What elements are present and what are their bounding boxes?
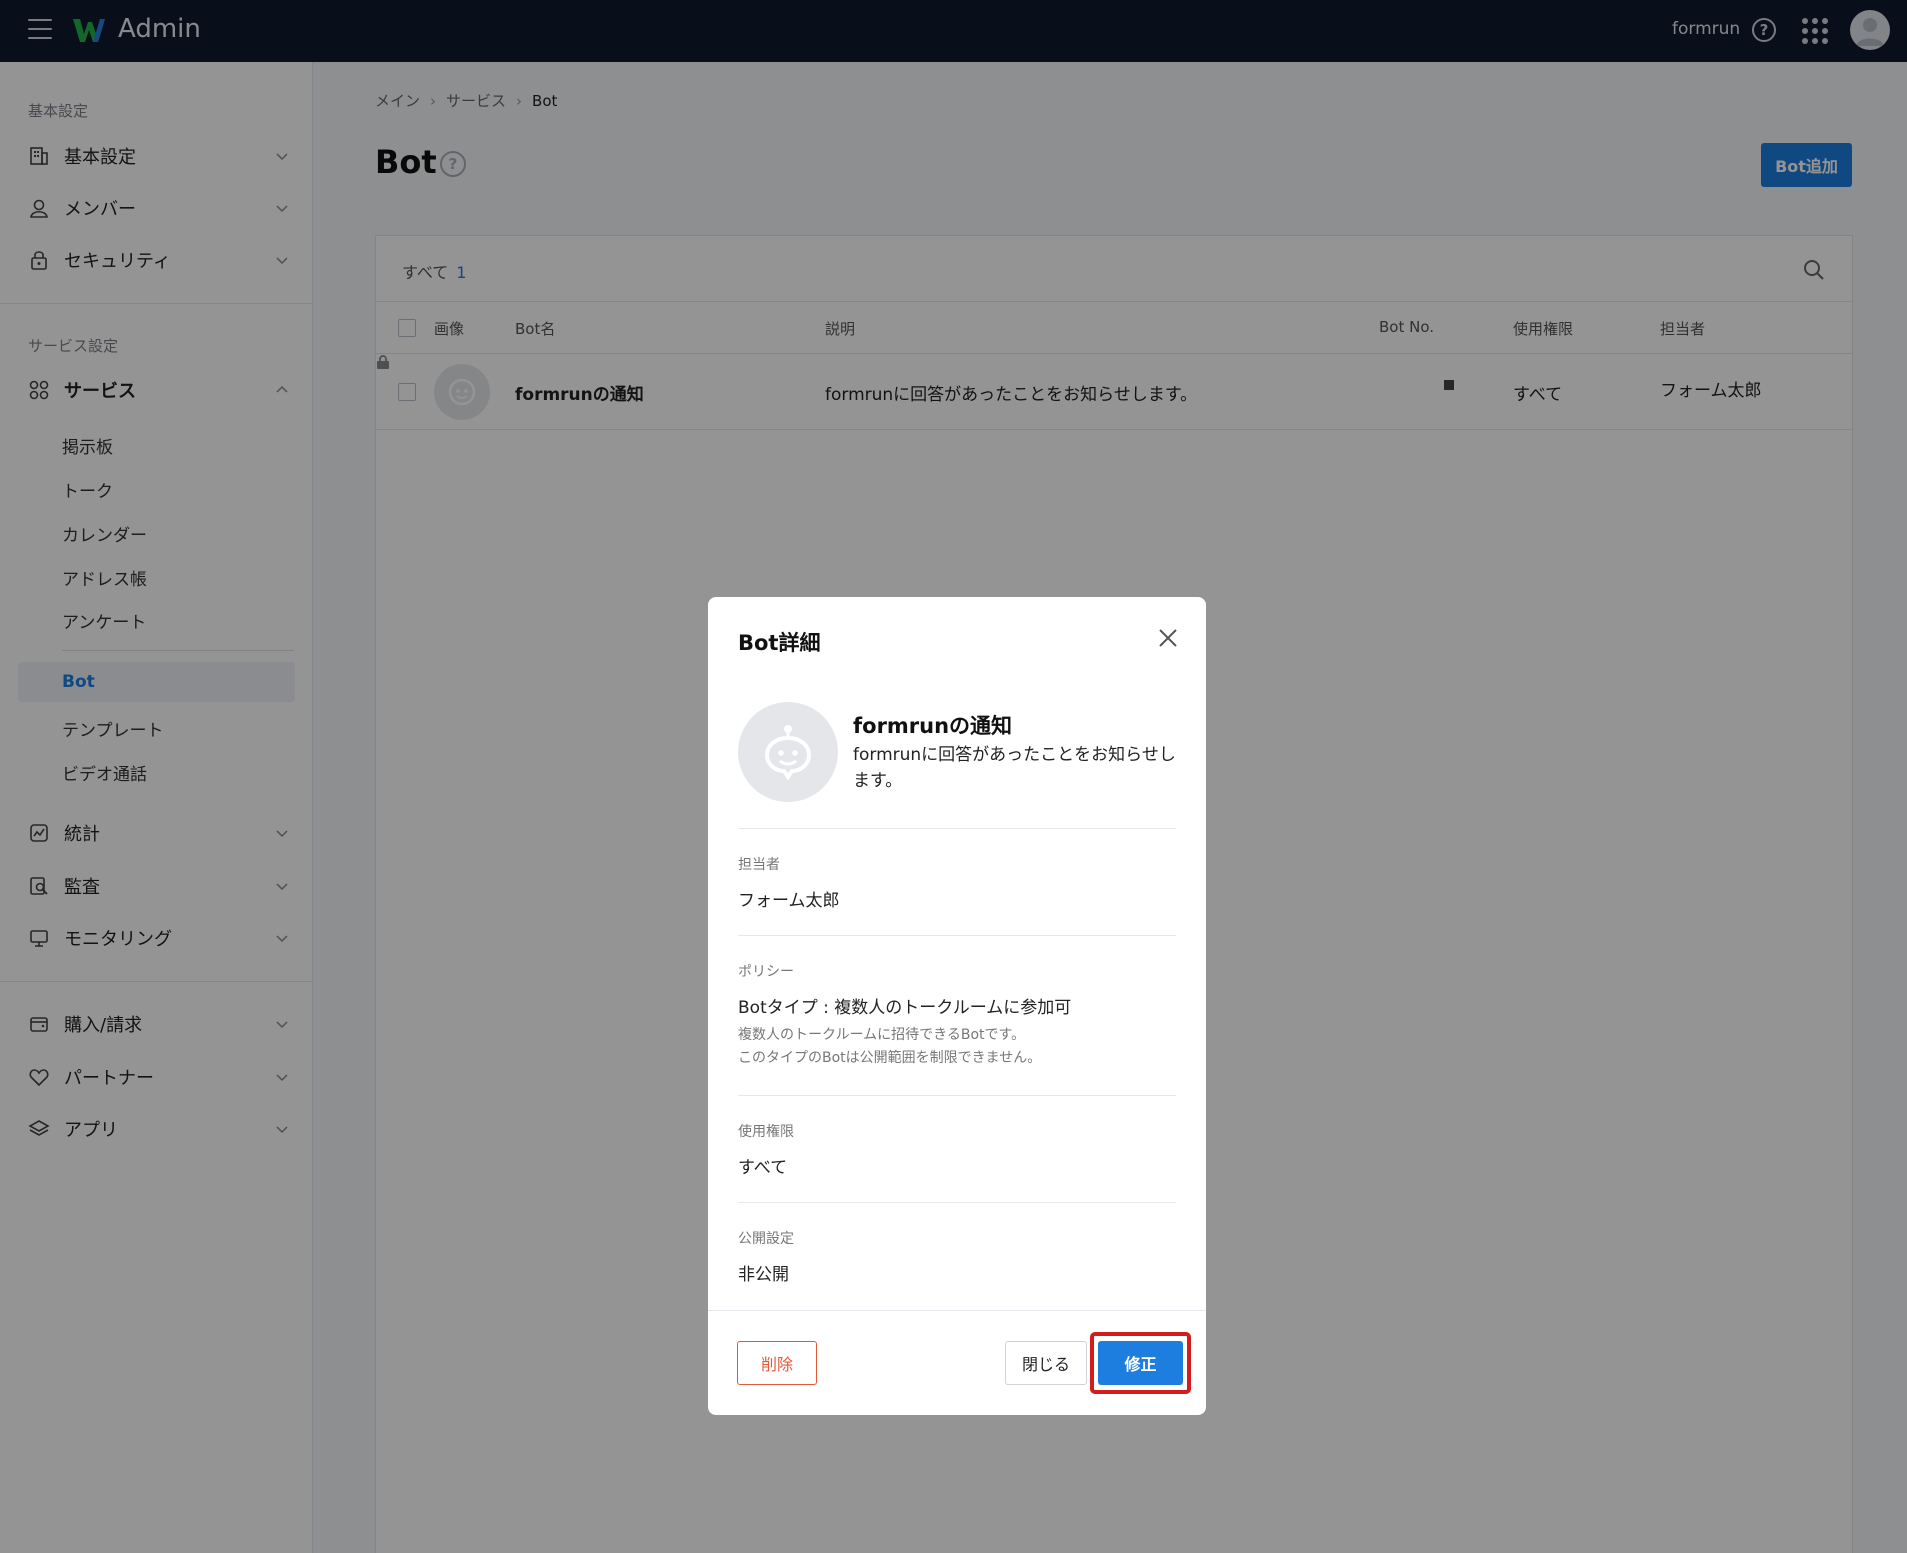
close-icon[interactable] <box>1155 625 1181 651</box>
delete-button[interactable]: 削除 <box>737 1341 817 1385</box>
visibility-label: 公開設定 <box>738 1231 794 1247</box>
bot-detail-dialog: Bot詳細 formrunの通知 formrunに回答があったことをお知らせしま… <box>708 597 1206 1415</box>
edit-button[interactable]: 修正 <box>1098 1341 1183 1385</box>
visibility-value: 非公開 <box>738 1265 789 1285</box>
dialog-bot-name: formrunの通知 <box>853 714 1013 738</box>
bot-face-icon <box>764 725 812 781</box>
divider <box>738 935 1176 936</box>
close-button[interactable]: 閉じる <box>1005 1341 1087 1385</box>
permission-label: 使用権限 <box>738 1124 794 1140</box>
dialog-bot-description: formrunに回答があったことをお知らせします。 <box>853 745 1176 791</box>
divider <box>738 1202 1176 1203</box>
divider <box>738 1095 1176 1096</box>
policy-note: 複数人のトークルームに招待できるBotです。 <box>738 1027 1026 1043</box>
bot-avatar <box>738 702 838 802</box>
owner-label: 担当者 <box>738 857 780 873</box>
permission-value: すべて <box>738 1158 788 1178</box>
dialog-title: Bot詳細 <box>738 631 821 655</box>
divider <box>738 828 1176 829</box>
policy-note: このタイプのBotは公開範囲を制限できません。 <box>738 1050 1042 1066</box>
dialog-footer-divider <box>708 1310 1206 1311</box>
policy-label: ポリシー <box>738 964 794 980</box>
policy-value: Botタイプ : 複数人のトークルームに参加可 <box>738 998 1072 1018</box>
owner-value: フォーム太郎 <box>738 891 840 911</box>
